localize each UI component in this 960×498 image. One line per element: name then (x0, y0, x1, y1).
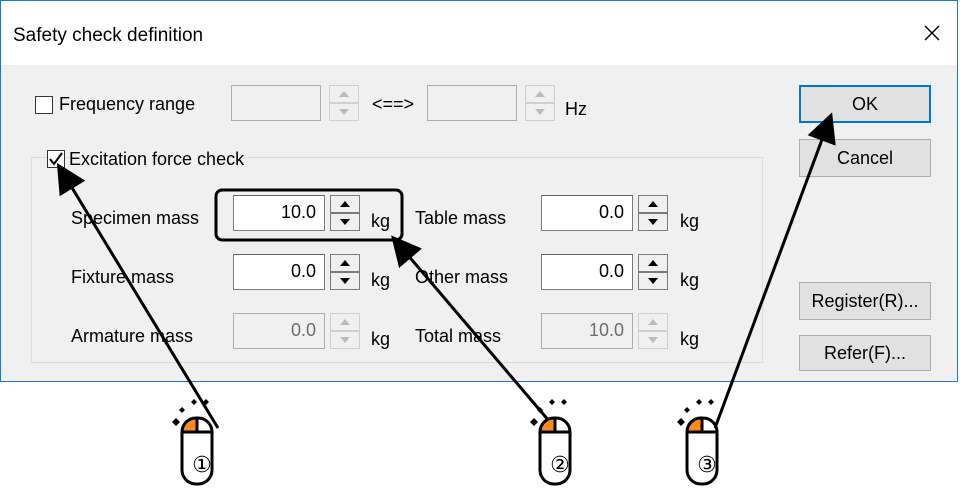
armature-mass-label: Armature mass (71, 326, 194, 346)
spin-down-icon (339, 109, 349, 115)
specimen-mass-label: Specimen mass (71, 208, 200, 228)
other-mass-spinner[interactable] (638, 254, 668, 290)
close-button[interactable] (907, 1, 957, 65)
spin-down-icon (340, 219, 350, 225)
fixture-mass-spinner[interactable] (330, 254, 360, 290)
total-mass-unit: kg (680, 329, 700, 349)
marker-1: ① (192, 453, 212, 478)
excitation-force-checkbox[interactable] (47, 150, 65, 168)
armature-mass-spinner[interactable] (330, 313, 360, 349)
frequency-range-checkbox[interactable] (35, 96, 53, 114)
frequency-to-input[interactable] (427, 85, 517, 121)
mouse-icon-1 (172, 399, 214, 486)
specimen-mass-spinner[interactable] (330, 195, 360, 231)
spin-down-icon (648, 219, 658, 225)
table-mass-spinner[interactable] (638, 195, 668, 231)
other-mass-unit: kg (680, 270, 700, 290)
spin-up-icon (339, 91, 349, 97)
spin-down-icon (648, 337, 658, 343)
title-bar: Safety check definition (1, 1, 957, 65)
spin-down-icon (340, 278, 350, 284)
frequency-unit: Hz (565, 99, 587, 119)
range-separator: <==> (372, 94, 415, 114)
specimen-mass-input[interactable]: 10.0 (233, 195, 325, 231)
table-mass-input[interactable]: 0.0 (541, 195, 633, 231)
armature-mass-unit: kg (371, 329, 391, 349)
fixture-mass-unit: kg (371, 270, 391, 290)
other-mass-input[interactable]: 0.0 (541, 254, 633, 290)
mouse-icon-2 (530, 399, 572, 486)
excitation-force-label: Excitation force check (69, 149, 249, 170)
table-mass-unit: kg (680, 211, 700, 231)
other-mass-label: Other mass (415, 267, 509, 287)
fixture-mass-input[interactable]: 0.0 (233, 254, 325, 290)
spin-up-icon (648, 319, 658, 325)
close-icon (924, 25, 940, 41)
checkmark-icon (49, 152, 63, 166)
spin-up-icon (535, 91, 545, 97)
frequency-from-input[interactable] (231, 85, 321, 121)
mouse-icon-3 (677, 399, 719, 486)
safety-check-dialog: Safety check definition Frequency range … (0, 0, 958, 382)
spin-up-icon (340, 260, 350, 266)
armature-mass-input[interactable]: 0.0 (233, 313, 325, 349)
spin-up-icon (340, 201, 350, 207)
spin-down-icon (340, 337, 350, 343)
cancel-button[interactable]: Cancel (799, 139, 931, 177)
dialog-title: Safety check definition (13, 25, 204, 46)
spin-up-icon (648, 201, 658, 207)
spin-down-icon (648, 278, 658, 284)
marker-3: ③ (697, 453, 717, 478)
ok-button[interactable]: OK (799, 85, 931, 123)
total-mass-input[interactable]: 10.0 (541, 313, 633, 349)
total-mass-spinner[interactable] (638, 313, 668, 349)
specimen-mass-unit: kg (371, 211, 391, 231)
marker-2: ② (550, 453, 570, 478)
refer-button[interactable]: Refer(F)... (799, 335, 931, 371)
register-button[interactable]: Register(R)... (799, 282, 931, 320)
spin-up-icon (648, 260, 658, 266)
total-mass-label: Total mass (415, 326, 502, 346)
table-mass-label: Table mass (415, 208, 507, 228)
spin-down-icon (535, 109, 545, 115)
frequency-range-label: Frequency range (59, 94, 196, 114)
fixture-mass-label: Fixture mass (71, 267, 175, 287)
spin-up-icon (340, 319, 350, 325)
frequency-from-spinner[interactable] (329, 85, 359, 121)
frequency-to-spinner[interactable] (525, 85, 555, 121)
